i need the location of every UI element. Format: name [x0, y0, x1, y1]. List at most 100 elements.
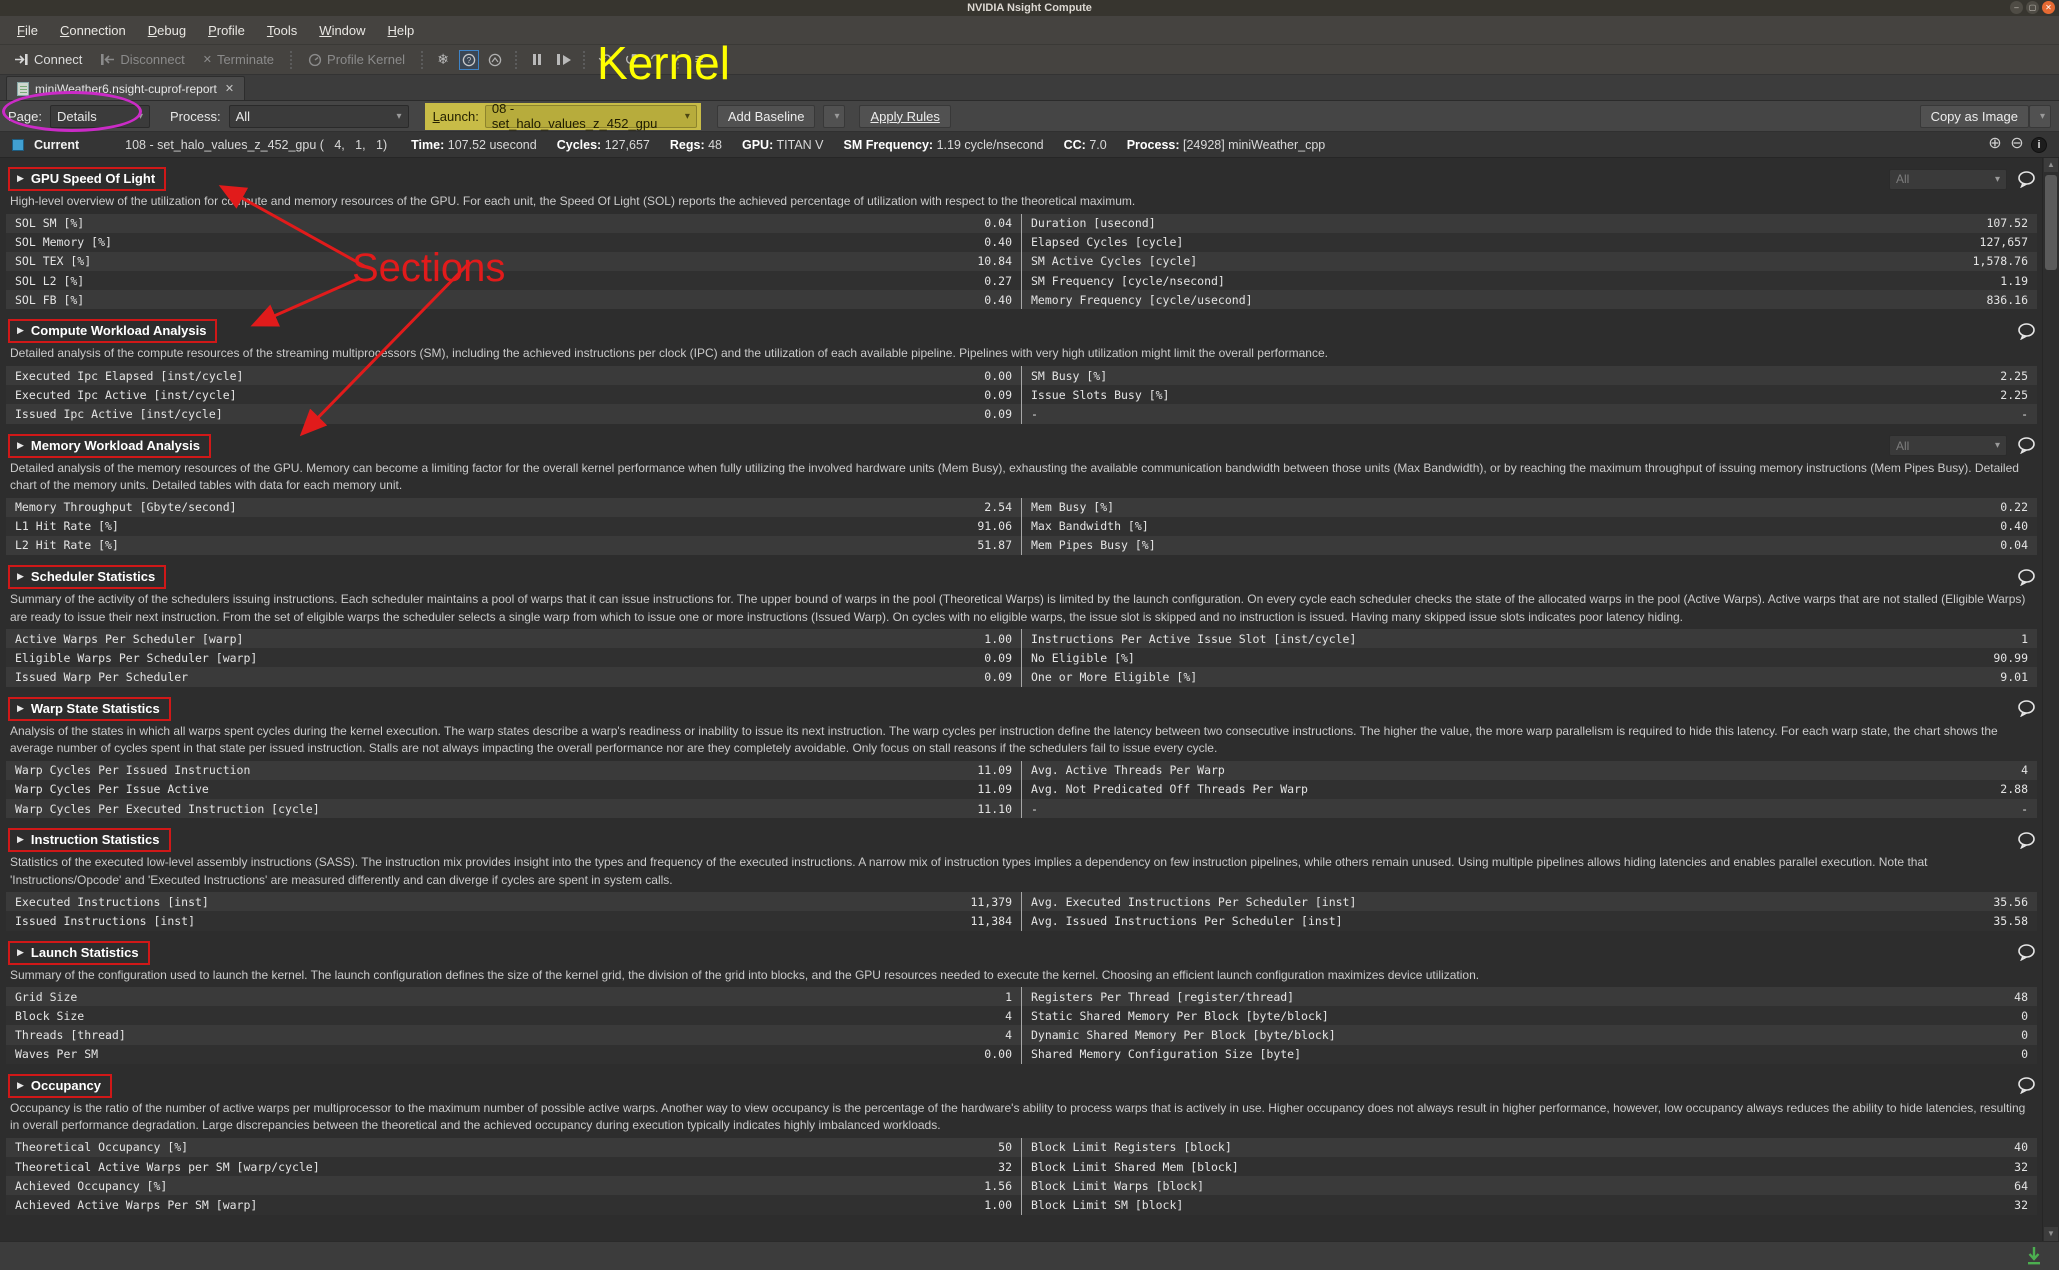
metric-value: 0.40	[2000, 519, 2037, 533]
section-toggle[interactable]: ▶Memory Workload Analysis	[8, 434, 211, 458]
table-row: Issued Ipc Active [inst/cycle]0.09	[6, 404, 1021, 423]
connect-button[interactable]: Connect	[8, 50, 88, 69]
table-row: SOL TEX [%]10.84	[6, 252, 1021, 271]
process-dropdown[interactable]: All ▾	[229, 105, 409, 128]
zoom-out-icon[interactable]: ⊖	[2009, 137, 2025, 153]
menu-tools[interactable]: Tools	[258, 20, 306, 41]
step-in-icon[interactable]: ↶	[595, 50, 615, 70]
vertical-scrollbar[interactable]: ▲ ▼	[2042, 158, 2059, 1241]
comment-bubble-icon[interactable]	[2015, 567, 2037, 587]
section-compute-workload-analysis: ▶Compute Workload AnalysisDetailed analy…	[6, 318, 2037, 423]
terminate-button[interactable]: ✕ Terminate	[197, 50, 280, 69]
table-row: Executed Ipc Active [inst/cycle]0.09	[6, 385, 1021, 404]
capture-hand-icon: ?	[462, 53, 476, 67]
toolbar-separator	[515, 51, 517, 69]
table-row: Issue Slots Busy [%]2.25	[1022, 385, 2037, 404]
zoom-in-icon[interactable]: ⊕	[1987, 137, 2003, 153]
tabbar: miniWeather6.nsight-cuprof-report ✕	[0, 75, 2059, 101]
section-title: Scheduler Statistics	[31, 569, 155, 584]
maximize-button[interactable]: ▢	[2026, 1, 2039, 14]
section-toggle[interactable]: ▶Warp State Statistics	[8, 697, 171, 721]
metric-label: Active Warps Per Scheduler [warp]	[6, 632, 243, 646]
metric-label: Elapsed Cycles [cycle]	[1022, 235, 1183, 249]
menu-window[interactable]: Window	[310, 20, 374, 41]
report-tab[interactable]: miniWeather6.nsight-cuprof-report ✕	[6, 76, 245, 100]
table-row: Achieved Active Warps Per SM [warp]1.00	[6, 1195, 1021, 1214]
menu-debug[interactable]: Debug	[139, 20, 195, 41]
metric-value: 0.00	[984, 1047, 1021, 1061]
metric-value: 0.04	[2000, 538, 2037, 552]
info-icon[interactable]: i	[2031, 137, 2047, 153]
metric-label: Issued Ipc Active [inst/cycle]	[6, 407, 223, 421]
metric-value: 90.99	[1993, 651, 2037, 665]
section-toggle[interactable]: ▶Compute Workload Analysis	[8, 319, 217, 343]
copy-as-image-button[interactable]: Copy as Image	[1920, 105, 2029, 128]
comment-bubble-icon[interactable]	[2015, 943, 2037, 963]
tab-close-icon[interactable]: ✕	[225, 82, 234, 95]
metric-value: 2.25	[2000, 369, 2037, 383]
freeze-api-icon[interactable]: ❄	[433, 50, 453, 70]
close-button[interactable]: ✕	[2042, 1, 2055, 14]
session-list-icon[interactable]: ≡	[689, 50, 709, 70]
metric-label: No Eligible [%]	[1022, 651, 1135, 665]
metric-value: 127,657	[1980, 235, 2037, 249]
comment-bubble-icon[interactable]	[2015, 436, 2037, 456]
menu-profile[interactable]: Profile	[199, 20, 254, 41]
table-row: Memory Throughput [Gbyte/second]2.54	[6, 498, 1021, 517]
section-toggle[interactable]: ▶Scheduler Statistics	[8, 565, 166, 589]
expand-triangle-icon: ▶	[17, 173, 24, 184]
section-toggle[interactable]: ▶ GPU Speed Of Light	[8, 167, 166, 191]
left-metrics-column: Grid Size1Block Size4Threads [thread]4Wa…	[6, 987, 1021, 1064]
scrollbar-up-icon[interactable]: ▲	[2044, 158, 2058, 172]
api-stream-capture-icon[interactable]: ?	[459, 50, 479, 70]
launch-dropdown[interactable]: 08 - set_halo_values_z_452_gpu ▾	[485, 105, 697, 128]
comment-bubble-icon[interactable]	[2015, 699, 2037, 719]
disconnect-button[interactable]: Disconnect	[94, 50, 190, 69]
download-update-icon[interactable]	[2025, 1246, 2043, 1270]
minimize-button[interactable]: –	[2010, 1, 2023, 14]
pause-icon[interactable]	[527, 50, 547, 70]
section-title: GPU Speed Of Light	[31, 171, 155, 186]
tab-title: miniWeather6.nsight-cuprof-report	[35, 82, 217, 96]
table-row: Warp Cycles Per Issued Instruction11.09	[6, 761, 1021, 780]
metric-value: 0.40	[984, 235, 1021, 249]
copy-as-image-dropdown-arrow[interactable]: ▾	[2029, 105, 2051, 128]
menu-file[interactable]: File	[8, 20, 47, 41]
section-toggle[interactable]: ▶Launch Statistics	[8, 941, 150, 965]
section-filter-value: All	[1896, 172, 1909, 186]
step-over-icon[interactable]: ↺	[621, 50, 641, 70]
profile-kernel-button[interactable]: Profile Kernel	[302, 50, 411, 69]
scrollbar-thumb[interactable]	[2045, 175, 2057, 270]
metric-label: Issued Warp Per Scheduler	[6, 670, 188, 684]
comment-bubble-icon[interactable]	[2015, 169, 2037, 189]
section-filter-dropdown[interactable]: All▾	[1889, 435, 2007, 456]
comment-bubble-icon[interactable]	[2015, 1076, 2037, 1096]
add-baseline-button[interactable]: Add Baseline	[717, 105, 816, 128]
menu-help[interactable]: Help	[379, 20, 424, 41]
apply-rules-button[interactable]: Apply Rules	[859, 105, 950, 128]
metric-label: Block Limit Shared Mem [block]	[1022, 1160, 1239, 1174]
section-toggle[interactable]: ▶Occupancy	[8, 1074, 112, 1098]
scrollbar-down-icon[interactable]: ▼	[2044, 1227, 2058, 1241]
resume-icon[interactable]	[553, 50, 573, 70]
profile-series-icon[interactable]	[485, 50, 505, 70]
metric-label: Achieved Occupancy [%]	[6, 1179, 167, 1193]
table-row: Block Limit Warps [block]64	[1022, 1176, 2037, 1195]
table-row: L2 Hit Rate [%]51.87	[6, 536, 1021, 555]
table-row: Mem Pipes Busy [%]0.04	[1022, 536, 2037, 555]
page-dropdown[interactable]: Details ▾	[50, 105, 150, 128]
add-baseline-dropdown-arrow[interactable]: ▾	[823, 105, 845, 128]
section-toggle[interactable]: ▶Instruction Statistics	[8, 828, 171, 852]
section-filter-dropdown[interactable]: All▾	[1889, 169, 2007, 190]
menu-connection[interactable]: Connection	[51, 20, 135, 41]
comment-bubble-icon[interactable]	[2015, 830, 2037, 850]
metric-value: 11.09	[977, 782, 1021, 796]
report-doc-icon	[17, 82, 29, 96]
comment-bubble-icon[interactable]	[2015, 321, 2037, 341]
metric-label: Warp Cycles Per Executed Instruction [cy…	[6, 802, 320, 816]
step-out-icon[interactable]: ↷	[647, 50, 667, 70]
section-header-controls: All▾	[1889, 435, 2037, 456]
metric-value: 836.16	[1986, 293, 2037, 307]
table-row: Block Limit Shared Mem [block]32	[1022, 1157, 2037, 1176]
current-label: Current	[34, 138, 79, 152]
